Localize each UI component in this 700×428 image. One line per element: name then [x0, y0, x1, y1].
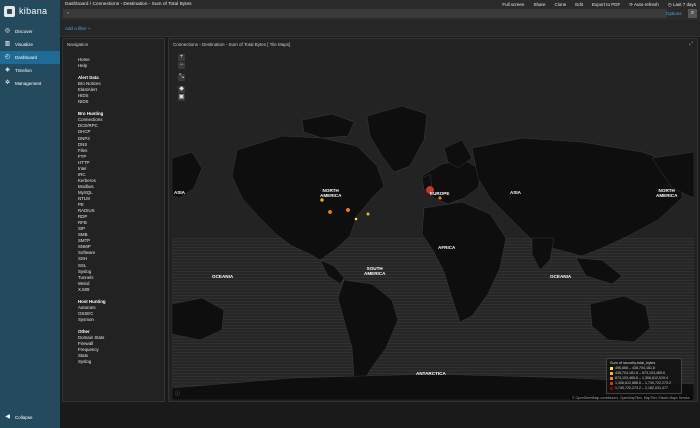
- nav-group-header: Host Hunting: [78, 298, 106, 304]
- continent-label: SOUTH AMERICA: [364, 266, 386, 276]
- zoom-in-button[interactable]: +: [178, 54, 185, 61]
- map-panel: Connections - Destination - Sum of Total…: [168, 38, 698, 402]
- search-button[interactable]: ⌕: [688, 9, 697, 18]
- draw-rectangle-icon[interactable]: ▣: [178, 94, 185, 101]
- sidebar-item-timelion[interactable]: ◈ Timelion: [0, 64, 60, 77]
- collapse-label: Collapse: [15, 415, 33, 420]
- panel-title: Navigation: [67, 42, 89, 47]
- sidebar-item-label: Dashboard: [15, 55, 38, 60]
- time-picker-label: Last 7 days: [672, 2, 696, 7]
- continent-label: OCEANIA: [550, 274, 572, 279]
- breadcrumb[interactable]: Dashboard / Connections - Destination - …: [65, 2, 192, 7]
- kibana-logo[interactable]: kibana: [0, 0, 60, 22]
- continent-label: EUROPE: [430, 191, 450, 196]
- fit-data-bounds-icon[interactable]: ⤡: [178, 74, 185, 81]
- map-legend: Sum of security.total_bytes 496,668 – 43…: [606, 358, 682, 394]
- filter-bar: Add a filter +: [60, 20, 700, 37]
- dashboard-icon: ◴: [4, 54, 11, 60]
- options-link[interactable]: Options: [666, 11, 682, 16]
- nav-link[interactable]: Syslog: [78, 359, 106, 365]
- kibana-app: kibana ◎ Discover ▥ Visualize ◴ Dashboar…: [0, 0, 700, 428]
- query-bar: Options ⌕: [63, 9, 697, 18]
- edit-button[interactable]: Edit: [575, 2, 583, 8]
- side-navigation: kibana ◎ Discover ▥ Visualize ◴ Dashboar…: [0, 0, 60, 428]
- sidebar-item-management[interactable]: ✲ Management: [0, 77, 60, 90]
- continent-label: OCEANIA: [212, 274, 234, 279]
- map-attribution[interactable]: © OpenStreetMap contributors, OpenMapTil…: [570, 396, 692, 400]
- collapse-button[interactable]: ◀ Collapse: [0, 411, 60, 424]
- continent-label: AFRICA: [438, 245, 456, 250]
- legend-swatch: [610, 367, 613, 370]
- info-icon[interactable]: ⓘ: [175, 390, 180, 397]
- gear-icon: ✲: [4, 80, 11, 86]
- auto-refresh-button[interactable]: ⟳ Auto-refresh: [629, 2, 659, 8]
- sidebar-item-label: Management: [15, 81, 42, 86]
- kibana-logo-icon: [4, 5, 15, 17]
- expand-icon[interactable]: ⤢: [689, 41, 693, 47]
- continent-label: ASIA: [174, 190, 185, 195]
- sidebar-item-visualize[interactable]: ▥ Visualize: [0, 38, 60, 51]
- tile-map[interactable]: + − ⤡ ◆ ▣ ASIA NORTH AMERICA EUROPE ASIA…: [172, 48, 694, 400]
- data-point-na-4[interactable]: [366, 212, 370, 216]
- draw-shape-icon[interactable]: ◆: [178, 86, 185, 93]
- clone-button[interactable]: Clone: [554, 2, 566, 8]
- legend-swatch: [610, 377, 613, 380]
- sidebar-item-discover[interactable]: ◎ Discover: [0, 25, 60, 38]
- data-point-na-5[interactable]: [354, 217, 358, 221]
- continent-label: ANTARCTICA: [416, 371, 446, 376]
- data-point-na-3[interactable]: [345, 207, 351, 213]
- continent-label: NORTH AMERICA: [656, 188, 678, 198]
- export-pdf-button[interactable]: Export to PDF: [592, 2, 620, 8]
- search-icon: ⌕: [690, 10, 695, 16]
- continent-label: ASIA: [510, 190, 521, 195]
- legend-swatch: [610, 372, 613, 375]
- top-bar: Dashboard / Connections - Destination - …: [60, 0, 700, 20]
- navigation-panel: Navigation Home Help Alert Data Bro Notices…: [62, 38, 165, 402]
- legend-title: Sum of security.total_bytes: [610, 361, 656, 365]
- legend-row: 1,740,722,273.2 – 2,182,031,477: [610, 386, 678, 391]
- sidebar-item-label: Visualize: [15, 42, 33, 47]
- legend-label: 1,740,722,273.2 – 2,182,031,477: [615, 386, 668, 390]
- time-picker-button[interactable]: ◷ Last 7 days: [668, 2, 696, 8]
- navigation-links: Home Help Alert Data Bro Notices ElastAlert H…: [78, 57, 106, 365]
- app-name: kibana: [19, 6, 48, 16]
- data-point-na-2[interactable]: [327, 209, 333, 215]
- top-menu: Full screen Share Clone Edit Export to P…: [502, 2, 696, 8]
- panel-title: Connections - Destination - Sum of Total…: [173, 42, 291, 47]
- sidebar-item-label: Timelion: [15, 68, 32, 73]
- sidebar-item-label: Discover: [15, 29, 33, 34]
- add-filter-link[interactable]: Add a filter +: [65, 26, 90, 31]
- dashboard-grid: Navigation Home Help Alert Data Bro Notices…: [60, 37, 700, 428]
- search-input[interactable]: [63, 9, 667, 18]
- continent-label: NORTH AMERICA: [320, 188, 342, 198]
- legend-swatch: [610, 387, 613, 390]
- world-map-svg: [172, 48, 694, 400]
- legend-rows: 496,668 – 438,704,181.8 438,704,181.8 – 8…: [610, 366, 678, 391]
- zoom-out-button[interactable]: −: [178, 62, 185, 69]
- shield-icon: ◈: [5, 67, 10, 73]
- data-point-na-1[interactable]: [319, 197, 325, 203]
- legend-swatch: [610, 382, 613, 385]
- bar-chart-icon: ▥: [4, 41, 11, 47]
- full-screen-button[interactable]: Full screen: [502, 2, 524, 8]
- data-point-europe-small[interactable]: [438, 196, 442, 200]
- sidebar-item-dashboard[interactable]: ◴ Dashboard: [0, 51, 60, 64]
- collapse-icon: ◀: [5, 414, 10, 420]
- auto-refresh-label: Auto-refresh: [634, 2, 659, 7]
- compass-icon: ◎: [4, 28, 11, 34]
- share-button[interactable]: Share: [533, 2, 545, 8]
